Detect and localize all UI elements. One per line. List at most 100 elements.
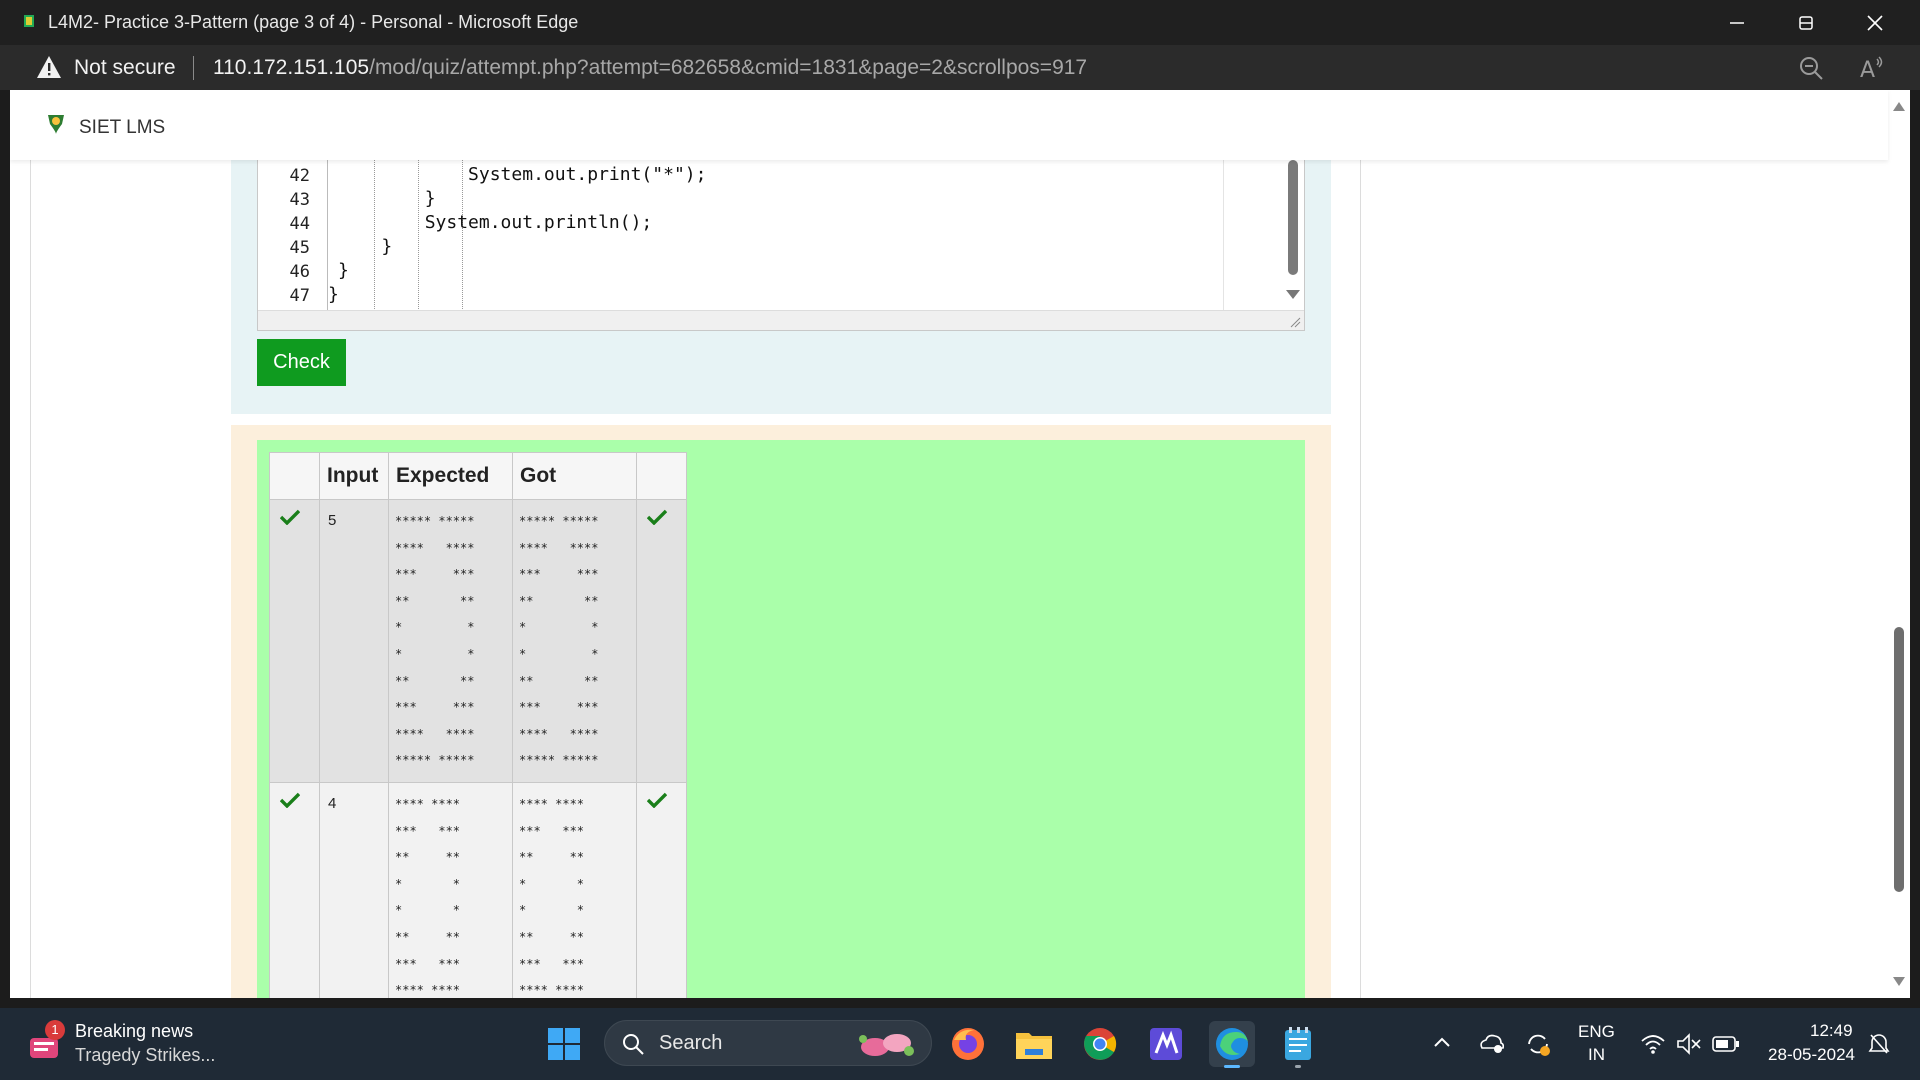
line-number-gutter: 42 43 44 45 46 47 — [258, 160, 328, 329]
close-icon — [1867, 14, 1883, 31]
pattern-line: **** **** — [395, 983, 461, 998]
siet-logo-icon[interactable] — [44, 112, 68, 136]
pattern-line: * * — [519, 646, 599, 661]
indent-guide — [462, 160, 463, 329]
editor-bottom-bar — [258, 310, 1304, 330]
maximize-window-button[interactable] — [1772, 0, 1840, 45]
editor-scrollbar[interactable] — [1223, 160, 1305, 310]
pattern-line: * * — [519, 903, 585, 918]
security-status[interactable]: Not secure — [74, 56, 176, 80]
line-number: 47 — [289, 286, 310, 306]
pattern-line: ** ** — [519, 673, 599, 688]
maximize-icon — [1799, 15, 1813, 30]
onedrive-icon[interactable] — [1478, 1032, 1504, 1054]
site-name[interactable]: SIET LMS — [79, 117, 165, 139]
pattern-line: *** *** — [519, 823, 585, 838]
start-button[interactable] — [541, 1021, 587, 1067]
page-scroll-thumb[interactable] — [1894, 627, 1904, 892]
test-results-table: Input Expected Got 5 ***** ***** **** **… — [269, 452, 687, 998]
search-icon — [623, 1034, 644, 1055]
pattern-line: *** *** — [395, 700, 475, 715]
active-app-indicator — [1224, 1065, 1240, 1068]
pattern-line: ** ** — [519, 850, 585, 865]
pattern-line: *** *** — [519, 956, 585, 971]
table-header-row: Input Expected Got — [269, 452, 687, 500]
notification-icon[interactable] — [1868, 1032, 1890, 1056]
pattern-line: ** ** — [519, 593, 599, 608]
result-cell — [636, 782, 687, 998]
line-number: 44 — [289, 214, 310, 234]
wifi-icon[interactable] — [1640, 1033, 1666, 1055]
code-line: } — [328, 284, 339, 305]
window-title: L4M2- Practice 3-Pattern (page 3 of 4) -… — [48, 12, 579, 32]
resize-handle-icon[interactable] — [1289, 316, 1301, 328]
pattern-line: * * — [395, 876, 461, 891]
pattern-line: ***** ***** — [519, 753, 599, 768]
news-widget[interactable]: 1 — [28, 1020, 65, 1062]
taskbar-visual-studio[interactable] — [1143, 1021, 1189, 1067]
scroll-down-icon[interactable] — [1893, 977, 1905, 986]
check-mark-icon — [279, 509, 301, 526]
svg-text:A: A — [1860, 58, 1875, 81]
line-number: 42 — [289, 166, 310, 186]
battery-icon[interactable] — [1712, 1035, 1740, 1053]
pattern-line: ** ** — [395, 673, 475, 688]
clock-date[interactable]: 28-05-2024 — [1758, 1045, 1855, 1065]
pattern-line: **** **** — [519, 797, 585, 811]
close-window-button[interactable] — [1841, 0, 1909, 45]
indent-guide — [418, 160, 419, 329]
table-row: 5 ***** ***** **** **** *** *** ** ** * … — [269, 499, 687, 783]
sync-icon[interactable] — [1524, 1030, 1552, 1058]
language-indicator[interactable]: ENG — [1578, 1022, 1615, 1042]
pattern-line: **** **** — [395, 726, 475, 741]
taskbar-notepad[interactable] — [1275, 1021, 1321, 1068]
line-number: 45 — [289, 238, 310, 258]
pattern-line: * * — [519, 620, 599, 635]
firefox-icon — [952, 1028, 984, 1060]
news-subtitle[interactable]: Tragedy Strikes... — [75, 1045, 215, 1066]
pattern-line: ***** ***** — [519, 514, 599, 528]
code-line: } — [338, 236, 393, 257]
chevron-up-icon[interactable] — [1433, 1036, 1451, 1048]
news-title[interactable]: Breaking news — [75, 1021, 193, 1042]
mute-icon[interactable] — [1676, 1033, 1702, 1055]
pattern-line: *** *** — [395, 823, 461, 838]
code-line: System.out.print("*"); — [338, 164, 707, 185]
read-aloud-icon[interactable]: A — [1858, 55, 1884, 81]
clock-time[interactable]: 12:49 — [1810, 1021, 1853, 1041]
taskbar-search[interactable]: Search — [604, 1020, 932, 1066]
pattern-line: **** **** — [519, 983, 585, 998]
input-cell: 4 — [319, 782, 389, 998]
pattern-line: **** **** — [395, 797, 461, 811]
got-cell: **** **** *** *** ** ** * * * * ** ** **… — [512, 782, 637, 998]
check-button[interactable]: Check — [257, 339, 346, 386]
region-indicator[interactable]: IN — [1588, 1045, 1605, 1065]
search-label: Search — [659, 1032, 723, 1054]
right-column-divider — [1360, 160, 1361, 998]
taskbar-edge[interactable] — [1209, 1021, 1255, 1068]
editor-scroll-thumb[interactable] — [1288, 160, 1298, 275]
taskbar-firefox[interactable] — [945, 1021, 991, 1067]
scroll-down-icon[interactable] — [1286, 290, 1300, 300]
pattern-line: ***** ***** — [395, 514, 475, 528]
taskbar-file-explorer[interactable] — [1011, 1021, 1057, 1067]
url-host: 110.172.151.105 — [213, 56, 370, 79]
file-explorer-icon — [1016, 1033, 1052, 1059]
running-app-indicator — [1295, 1065, 1301, 1068]
pattern-line: *** *** — [519, 567, 599, 582]
news-badge: 1 — [45, 1020, 65, 1040]
pattern-line: **** **** — [519, 540, 599, 555]
code-editor[interactable]: 42 43 44 45 46 47 System.out.print("*");… — [257, 160, 1305, 331]
minimize-window-button[interactable] — [1703, 0, 1771, 45]
table-row: 4 **** **** *** *** ** ** * * * * ** ** … — [269, 782, 687, 998]
scroll-up-icon[interactable] — [1893, 102, 1905, 111]
url-field[interactable]: 110.172.151.105/mod/quiz/attempt.php?att… — [213, 56, 1087, 80]
pattern-line: * * — [395, 620, 475, 635]
chrome-icon — [1084, 1028, 1117, 1060]
moodle-favicon-icon — [24, 15, 34, 27]
expected-cell: **** **** *** *** ** ** * * * * ** ** **… — [388, 782, 513, 998]
taskbar-chrome[interactable] — [1077, 1021, 1123, 1067]
windows-start-icon — [548, 1028, 580, 1060]
zoom-icon[interactable] — [1798, 55, 1824, 81]
page-scrollbar[interactable] — [1888, 90, 1910, 998]
